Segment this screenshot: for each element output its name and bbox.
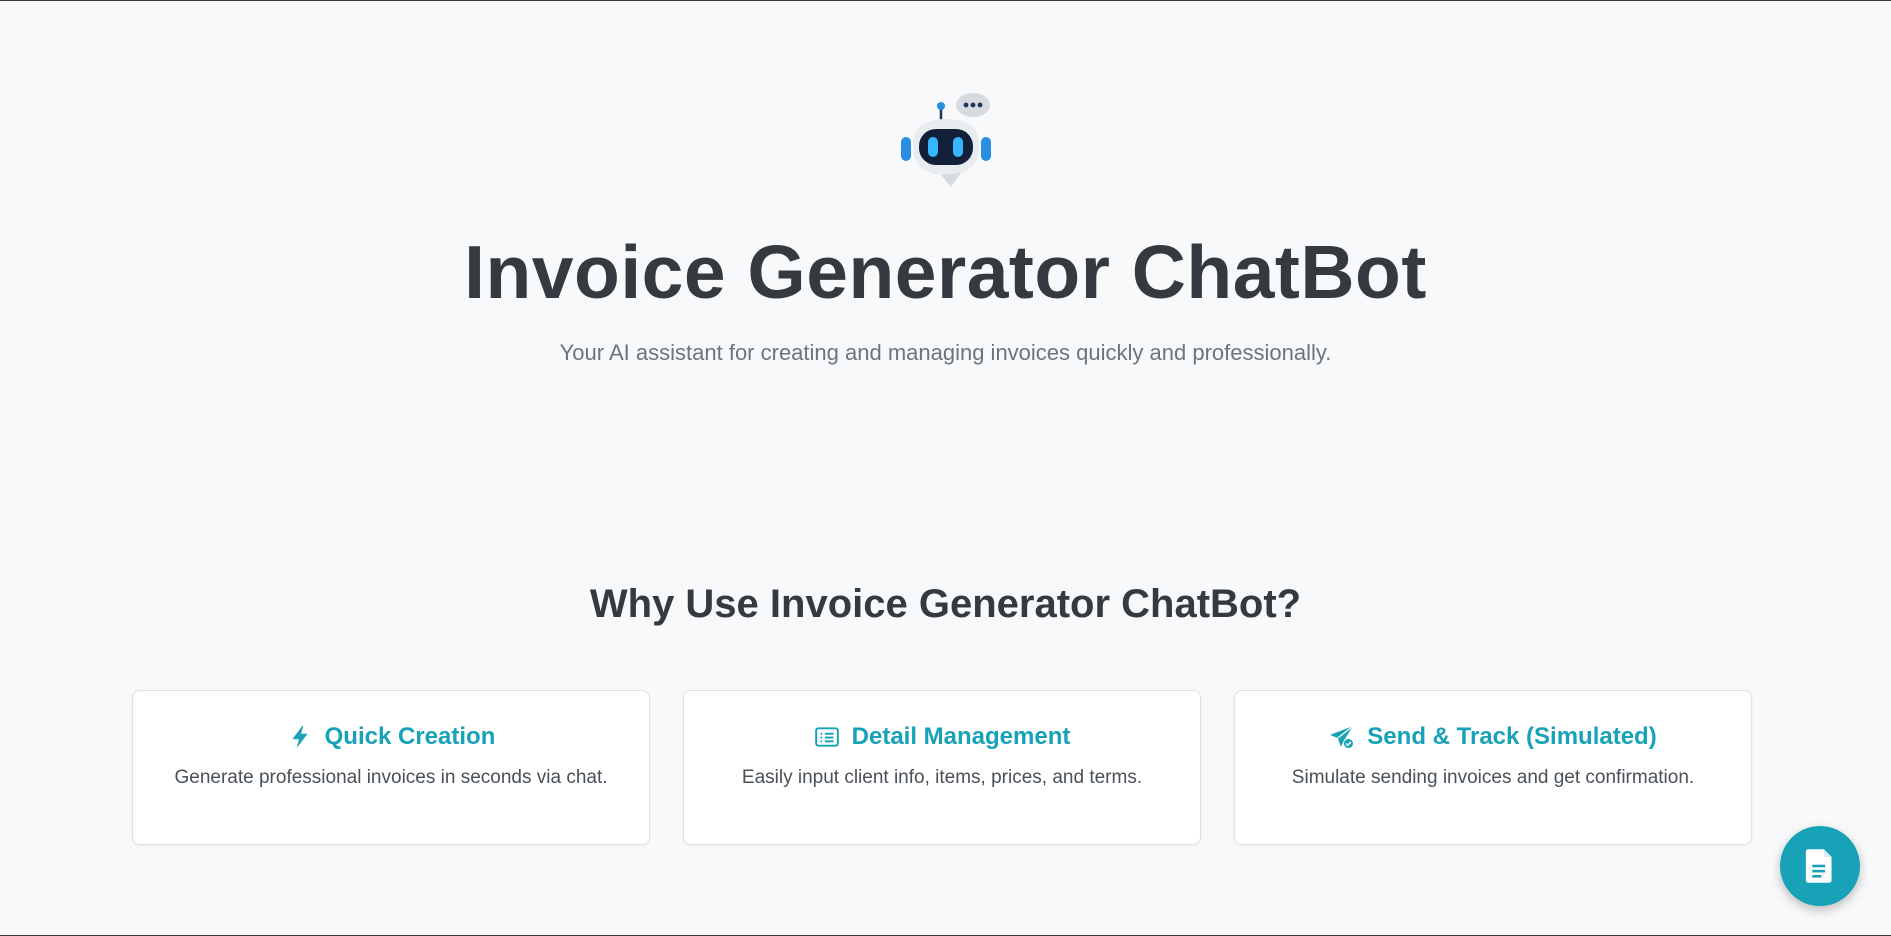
feature-card-header: Quick Creation [133,723,649,751]
lightning-bolt-icon [292,726,308,748]
feature-card-quick-creation: Quick Creation Generate professional inv… [132,690,650,845]
feature-card-title: Send & Track (Simulated) [1367,723,1657,750]
page-subtitle: Your AI assistant for creating and manag… [559,340,1332,365]
feature-card-description: Simulate sending invoices and get confir… [1291,767,1695,788]
feature-card-detail-management: Detail Management Easily input client in… [683,690,1201,845]
page-title: Invoice Generator ChatBot [464,230,1427,314]
features-heading: Why Use Invoice Generator ChatBot? [589,582,1302,626]
hero-section: Invoice Generator ChatBot Your AI assist… [0,89,1891,366]
feature-card-header: Send & Track (Simulated) [1235,723,1751,751]
feature-card-header: Detail Management [684,723,1200,751]
feature-card-description: Easily input client info, items, prices,… [741,767,1143,788]
list-details-icon [814,727,839,747]
feature-card-description: Generate professional invoices in second… [174,767,608,788]
feature-cards: Quick Creation Generate professional inv… [132,690,1752,845]
paper-plane-check-icon [1330,725,1355,749]
robot-chat-icon [900,93,991,187]
feature-card-title: Detail Management [851,723,1071,750]
document-icon [1805,849,1832,883]
open-invoice-chat-button[interactable] [1780,826,1860,906]
feature-card-title: Quick Creation [324,723,496,750]
feature-card-send-track: Send & Track (Simulated) Simulate sendin… [1234,690,1752,845]
